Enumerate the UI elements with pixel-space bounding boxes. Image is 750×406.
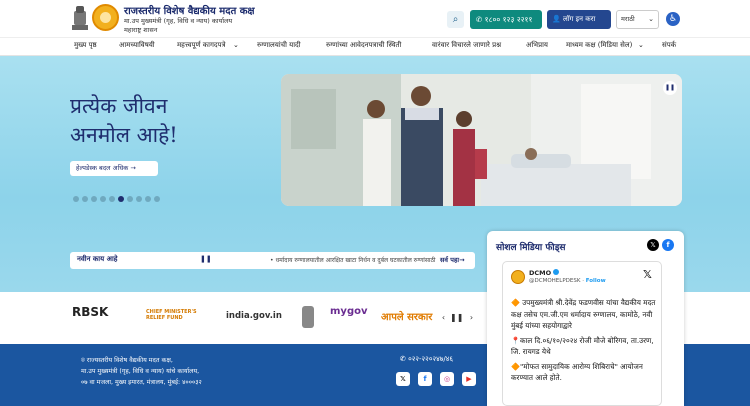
maharashtra-seal-icon — [92, 4, 119, 31]
social-media-panel: सोशल मिडिया फीड्स 𝕏 f DCMO @DCMOHELPDESK… — [487, 231, 684, 406]
search-icon: ⌕ — [452, 14, 459, 25]
tweet-text: 🔶 उपमुख्यमंत्री श्री.देवेंद्र फडणवीस यां… — [511, 297, 656, 384]
tweet-text-line3: 🔶"मोफत सामुदायिक आरोग्य शिबिराचे" आयोजन … — [511, 361, 643, 383]
carousel-dot[interactable] — [73, 196, 79, 202]
ticker-pause-button[interactable]: ❚❚ — [200, 255, 212, 263]
partner-logos: RBSK CHIEF MINISTER'S RELIEF FUND india.… — [0, 292, 487, 344]
footer-address-line3: ०७ वा मजला, मुख्य इमारत, मंत्रालय, मुंबई… — [81, 379, 202, 386]
national-emblem-icon — [72, 6, 88, 30]
tweet-card[interactable]: DCMO @DCMOHELPDESK · Follow 𝕏 🔶 उपमुख्यम… — [502, 261, 662, 406]
helpdesk-more-button[interactable]: हेल्पडेस्क बदल अधिक → — [70, 161, 158, 176]
carousel-dot[interactable] — [136, 196, 142, 202]
ticker-label: नवीन काय आहे — [77, 255, 118, 263]
language-value: मराठी — [621, 15, 635, 23]
nav-item-about[interactable]: आमच्याविषयी — [119, 41, 155, 50]
chevron-right-icon[interactable]: › — [465, 311, 478, 324]
carousel-dot[interactable] — [109, 196, 115, 202]
rbsk-logo[interactable]: RBSK — [72, 305, 108, 319]
hero-title-line1: प्रत्येक जीवन — [70, 94, 168, 118]
language-select[interactable]: मराठी ⌄ — [616, 10, 659, 29]
hero-photo — [281, 74, 682, 206]
site-subtitle-gov: महाराष्ट्र शासन — [124, 26, 158, 34]
chevron-left-icon[interactable]: ‹ — [437, 311, 450, 324]
carousel-dot[interactable] — [100, 196, 106, 202]
nav-item-application-status[interactable]: रुग्णांच्या आवेदनपत्राची स्थिती — [326, 41, 401, 50]
phone-icon: ✆ — [476, 15, 485, 24]
chevron-down-icon: ⌄ — [233, 41, 239, 49]
nav-item-feedback[interactable]: अभिप्राय — [526, 41, 548, 50]
footer-address-line2: मा.उप मुख्यमंत्री (गृह, विधि व न्याय) या… — [81, 368, 200, 375]
nav-item-hospitals[interactable]: रुग्णालयांची यादी — [257, 41, 301, 50]
phone-icon: ✆ — [400, 355, 409, 363]
instagram-icon[interactable]: ◎ — [440, 372, 454, 386]
login-label: लॉग इन करा — [562, 15, 596, 23]
helpline-number: १८०० १२३ २२११ — [484, 15, 533, 24]
search-button[interactable]: ⌕ — [447, 11, 464, 28]
india-gov-logo[interactable]: india.gov.in — [226, 311, 282, 321]
hero-title-line2: अनमोल आहे! — [70, 123, 178, 147]
login-button[interactable]: 👤 लॉग इन करा — [547, 10, 611, 29]
tweet-text-line2: 📍काल दि.०६/१०/२०२४ रोजी मौजे बोरिगव, ता.… — [511, 335, 654, 357]
site-subtitle: मा.उप मुख्यमंत्री (गृह, विधि व न्याय) का… — [124, 17, 233, 25]
main-nav: मुख्य पृष्ठ आमच्याविषयी महत्त्वपूर्ण काग… — [0, 37, 750, 56]
carousel-dot[interactable] — [118, 196, 124, 202]
whats-new-ticker: नवीन काय आहे ❚❚ • धर्मादाय रुग्णालयातील … — [70, 252, 475, 269]
carousel-pause-button[interactable]: ❚❚ — [663, 81, 677, 95]
facebook-icon[interactable]: f — [662, 239, 674, 251]
footer-phone-number: ०२२-२२०२४७/४६ — [408, 355, 454, 363]
verified-icon — [553, 269, 560, 275]
follow-link[interactable]: Follow — [586, 278, 606, 284]
chevron-down-icon: ⌄ — [638, 41, 644, 49]
hero-title: प्रत्येक जीवन अनमोल आहे! — [70, 92, 178, 150]
accessibility-icon[interactable]: ♿ — [666, 12, 680, 26]
tweet-text-line1: 🔶 उपमुख्यमंत्री श्री.देवेंद्र फडणवीस यां… — [511, 298, 656, 330]
site-header: राजस्तरीय विशेष वैद्यकीय मदत कक्ष मा.उप … — [0, 0, 750, 37]
cm-relief-fund-logo[interactable]: CHIEF MINISTER'S RELIEF FUND — [146, 309, 206, 321]
youtube-icon[interactable]: ▶ — [462, 372, 476, 386]
footer-address-text1: राज्यस्तरीय विशेष वैद्यकीय मदत कक्ष, — [86, 357, 173, 364]
facebook-icon[interactable]: f — [418, 372, 432, 386]
site-title[interactable]: राजस्तरीय विशेष वैद्यकीय मदत कक्ष — [124, 3, 255, 17]
carousel-dot[interactable] — [91, 196, 97, 202]
user-icon: 👤 — [552, 15, 563, 23]
chevron-down-icon: ⌄ — [648, 15, 654, 23]
carousel-dot[interactable] — [127, 196, 133, 202]
carousel-dot[interactable] — [145, 196, 151, 202]
tweet-author-text: DCMO — [529, 269, 552, 277]
x-twitter-icon[interactable]: 𝕏 — [396, 372, 410, 386]
carousel-dot[interactable] — [82, 196, 88, 202]
nav-item-documents[interactable]: महत्त्वपूर्ण कागदपत्रे — [177, 41, 225, 50]
x-twitter-icon[interactable]: 𝕏 — [647, 239, 659, 251]
social-media-title: सोशल मिडिया फीड्स — [496, 243, 566, 253]
logo-pause-button[interactable]: ❚❚ — [450, 311, 463, 324]
tweet-author-name: DCMO — [529, 269, 560, 277]
tweet-handle: @DCMOHELPDESK · Follow — [529, 278, 606, 284]
emblem-logo-icon — [302, 306, 314, 328]
view-all-link[interactable]: सर्व पहा→ — [436, 255, 465, 264]
nav-item-faq[interactable]: वारंवार विचारले जाणारे प्रश्न — [432, 41, 501, 50]
nav-item-home[interactable]: मुख्य पृष्ठ — [74, 41, 97, 50]
footer-address-line1: ⌾ राज्यस्तरीय विशेष वैद्यकीय मदत कक्ष, — [81, 355, 173, 365]
helpline-phone-button[interactable]: ✆ १८०० १२३ २२११ — [470, 10, 542, 29]
nav-item-media-cell[interactable]: माध्यम कक्ष (मिडिया सेल) — [566, 41, 632, 50]
footer-phone: ✆ ०२२-२२०२४७/४६ — [400, 355, 453, 364]
mygov-logo[interactable]: mygov — [330, 306, 368, 317]
x-logo-icon[interactable]: 𝕏 — [643, 268, 652, 281]
avatar — [511, 270, 525, 284]
tweet-handle-text: @DCMOHELPDESK — [529, 278, 581, 284]
nav-item-contact[interactable]: संपर्क — [662, 41, 676, 50]
carousel-dot[interactable] — [154, 196, 160, 202]
aaple-sarkar-logo[interactable]: आपले सरकार — [381, 309, 432, 323]
